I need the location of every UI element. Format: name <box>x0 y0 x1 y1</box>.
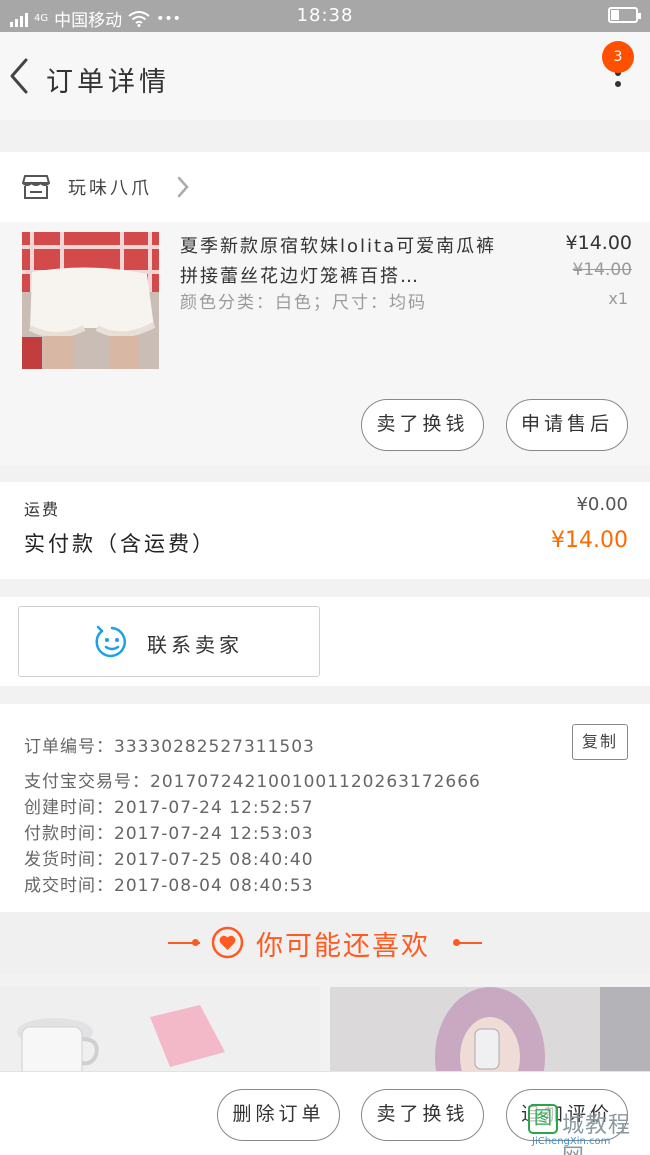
recommend-item[interactable] <box>330 987 650 1077</box>
paid-label: 实付款（含运费） <box>24 532 216 556</box>
product-original-price: ¥14.00 <box>572 260 632 280</box>
watermark-text: 城教程网 <box>562 1113 632 1155</box>
product-price: ¥14.00 <box>565 232 632 254</box>
notification-badge: 3 <box>602 41 634 73</box>
copy-button[interactable]: 复制 <box>572 724 628 760</box>
paid-time: 付款时间：2017-07-24 12:53:03 <box>24 824 314 844</box>
store-icon <box>22 175 50 199</box>
shipping-value: ¥0.00 <box>576 494 628 515</box>
order-number: 订单编号：333302825273115​03 <box>24 737 315 757</box>
request-after-sale-button[interactable]: 申请售后 <box>506 399 628 451</box>
sell-for-cash-button[interactable]: 卖了换钱 <box>361 399 484 451</box>
divider-line <box>454 942 482 944</box>
contact-section: 联系卖家 <box>0 597 650 686</box>
shop-row[interactable]: 玩味八爪 <box>0 152 650 222</box>
created-time: 创建时间：2017-07-24 12:52:57 <box>24 798 314 818</box>
order-item[interactable]: 夏季新款原宿软妹lolita可爱南瓜裤拼接蕾丝花边灯笼裤百搭… 颜色分类：白色；… <box>0 222 650 465</box>
product-title[interactable]: 夏季新款原宿软妹lolita可爱南瓜裤拼接蕾丝花边灯笼裤百搭… <box>180 232 500 292</box>
order-info: 订单编号：333302825273115​03 复制 支付宝交易号：201707… <box>0 704 650 912</box>
product-quantity: x1 <box>608 289 628 308</box>
shop-name: 玩味八爪 <box>68 178 152 199</box>
sell-for-cash-button[interactable]: 卖了换钱 <box>361 1089 484 1141</box>
divider-dot <box>192 939 199 946</box>
shipping-label: 运费 <box>24 500 61 519</box>
delete-order-button[interactable]: 删除订单 <box>217 1089 340 1141</box>
recommend-item[interactable] <box>0 987 320 1077</box>
contact-seller-label: 联系卖家 <box>147 633 243 657</box>
completed-time: 成交时间：2017-08-04 08:40:53 <box>24 876 314 896</box>
page-title: 订单详情 <box>46 67 170 98</box>
watermark-url: JiChengXin.com <box>532 1136 611 1147</box>
shipped-time: 发货时间：2017-07-25 08:40:40 <box>24 850 314 870</box>
more-menu-button[interactable] <box>606 70 630 100</box>
recommend-header: 你可能还喜欢 <box>0 912 650 974</box>
chevron-right-icon[interactable] <box>175 174 191 200</box>
contact-seller-button[interactable]: 联系卖家 <box>18 606 320 677</box>
product-thumbnail[interactable] <box>22 232 159 369</box>
status-bar: 4G 中国移动 ••• 18:38 <box>0 0 650 32</box>
nav-bar: 订单详情 3 <box>0 32 650 120</box>
battery-icon <box>608 7 641 23</box>
payment-summary: 运费 ¥0.00 实付款（含运费） ¥14.00 <box>0 482 650 579</box>
alipay-trade-number: 支付宝交易号：2017072421001001120263172666 <box>24 772 481 792</box>
paid-value: ¥14.00 <box>551 528 628 553</box>
heart-icon <box>211 926 244 959</box>
recommend-title: 你可能还喜欢 <box>256 931 430 962</box>
watermark-logo: 图 <box>528 1104 558 1134</box>
status-time: 18:38 <box>296 5 354 26</box>
back-arrow-icon[interactable] <box>6 56 34 96</box>
product-sku: 颜色分类：白色；尺寸：均码 <box>180 293 427 313</box>
chat-face-icon <box>95 625 126 658</box>
watermark: 图 城教程网 JiChengXin.com <box>528 1104 640 1155</box>
